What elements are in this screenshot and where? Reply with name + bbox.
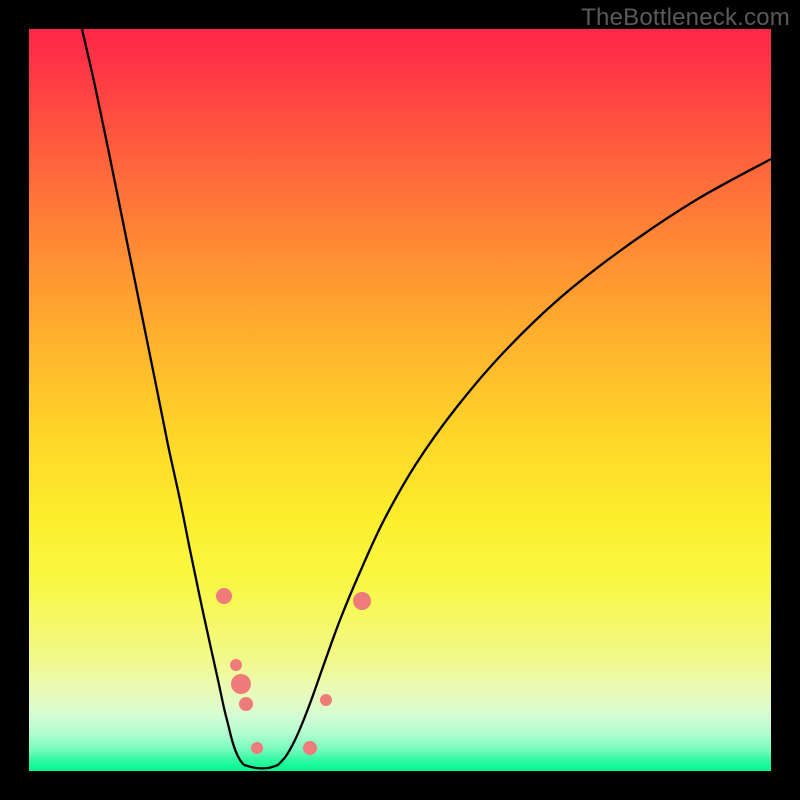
watermark-text: TheBottleneck.com — [581, 4, 790, 32]
chart-frame: TheBottleneck.com — [0, 0, 800, 800]
gradient-background — [29, 29, 771, 771]
